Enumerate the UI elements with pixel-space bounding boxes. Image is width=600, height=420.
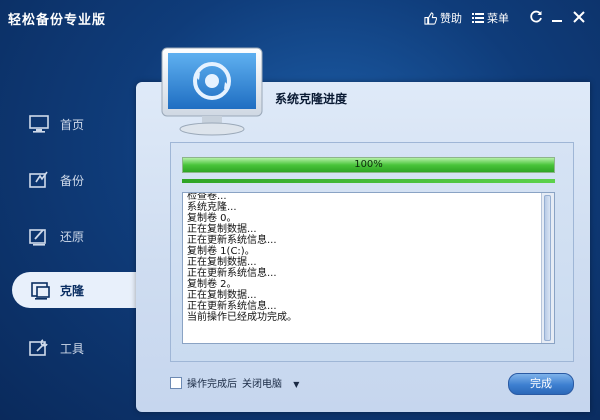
sidebar-item-label: 工具 bbox=[60, 342, 85, 356]
done-button[interactable]: 完成 bbox=[508, 373, 574, 395]
refresh-icon[interactable] bbox=[527, 8, 545, 26]
chevron-down-icon: ▼ bbox=[293, 380, 300, 389]
log-line: 正在更新系统信息... bbox=[187, 235, 277, 246]
log-line: 复制卷 2。 bbox=[187, 279, 237, 290]
sidebar-item-label: 还原 bbox=[60, 230, 85, 244]
log-line: 系统克隆... bbox=[187, 202, 237, 213]
sidebar-item-clone[interactable]: 克隆 bbox=[12, 272, 140, 308]
menu-label: 菜单 bbox=[487, 12, 509, 25]
title-bar: 轻松备份专业版 赞助 菜单 bbox=[0, 0, 600, 34]
panel-title: 系统克隆进度 bbox=[275, 92, 348, 106]
log-line: 复制卷 1(C:)。 bbox=[187, 246, 255, 257]
progress-underline bbox=[182, 179, 555, 183]
log-line: 当前操作已经成功完成。 bbox=[187, 312, 297, 323]
log-line: 正在更新系统信息... bbox=[187, 301, 277, 312]
sponsor-label: 赞助 bbox=[440, 12, 462, 25]
post-operation-row: 操作完成后 关闭电脑 ▼ bbox=[170, 375, 299, 390]
close-icon[interactable] bbox=[570, 8, 588, 26]
post-operation-dropdown[interactable]: 关闭电脑 ▼ bbox=[242, 375, 299, 390]
sponsor-button[interactable]: 赞助 bbox=[424, 10, 462, 26]
sidebar-item-label: 克隆 bbox=[60, 284, 85, 298]
restore-icon bbox=[29, 229, 46, 246]
log-lines: 检查卷... 系统克隆... 复制卷 0。 正在复制数据... 正在更新系统信息… bbox=[187, 192, 537, 323]
app-title: 轻松备份专业版 bbox=[8, 13, 107, 28]
dropdown-value: 关闭电脑 bbox=[242, 379, 282, 390]
menu-list-icon bbox=[472, 13, 484, 23]
post-operation-label: 操作完成后 bbox=[187, 379, 237, 390]
sidebar-item-label: 备份 bbox=[60, 174, 85, 188]
sidebar-item-backup[interactable]: 备份 bbox=[0, 162, 135, 198]
sidebar-item-tools[interactable]: 工具 bbox=[0, 330, 135, 366]
sidebar-item-restore[interactable]: 还原 bbox=[0, 218, 135, 254]
log-line: 正在复制数据... bbox=[187, 257, 257, 268]
log-line: 检查卷... bbox=[187, 192, 227, 202]
log-line: 复制卷 0。 bbox=[187, 213, 237, 224]
log-line: 正在更新系统信息... bbox=[187, 268, 277, 279]
thumbs-up-icon bbox=[424, 11, 437, 25]
menu-button[interactable]: 菜单 bbox=[472, 10, 509, 26]
log-scrollbar[interactable] bbox=[541, 193, 554, 343]
home-monitor-icon bbox=[29, 115, 49, 133]
backup-icon bbox=[29, 171, 48, 188]
log-line: 正在复制数据... bbox=[187, 290, 257, 301]
scroll-thumb[interactable] bbox=[544, 195, 551, 341]
progress-bar: 100% bbox=[182, 157, 555, 173]
sidebar-item-home[interactable]: 首页 bbox=[0, 106, 135, 142]
log-output[interactable]: 检查卷... 系统克隆... 复制卷 0。 正在复制数据... 正在更新系统信息… bbox=[182, 192, 555, 344]
post-operation-checkbox[interactable] bbox=[170, 376, 182, 389]
tools-icon bbox=[29, 339, 48, 356]
progress-label: 100% bbox=[354, 159, 383, 170]
minimize-icon[interactable] bbox=[548, 8, 566, 26]
sidebar-item-label: 首页 bbox=[60, 118, 85, 132]
log-line: 正在复制数据... bbox=[187, 224, 257, 235]
monitor-sync-icon bbox=[161, 47, 263, 136]
clone-icon bbox=[31, 282, 50, 300]
